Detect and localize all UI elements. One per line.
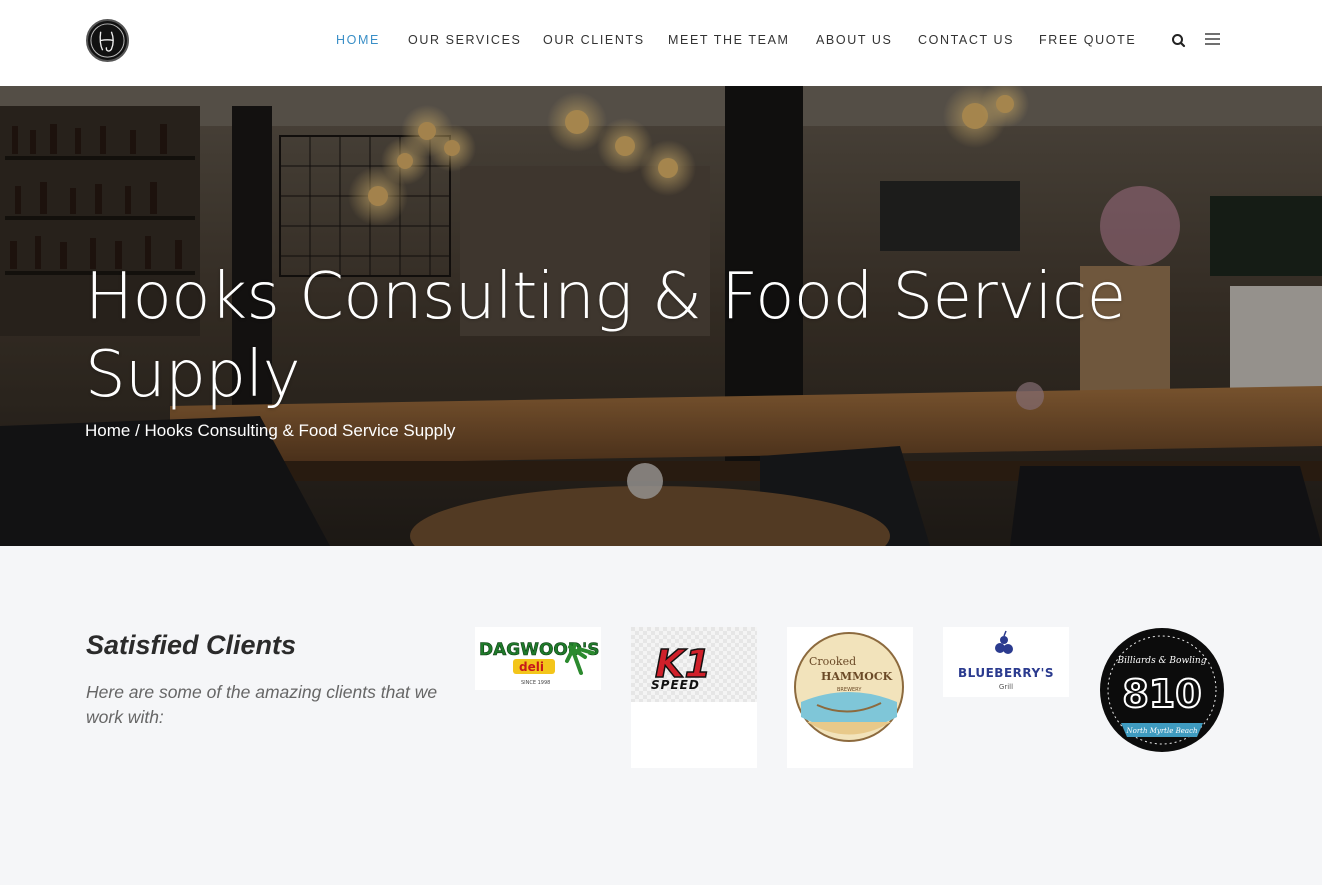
nav-our-services[interactable]: OUR SERVICES bbox=[408, 33, 521, 47]
client-logo-k1-speed[interactable]: K1 SPEED bbox=[631, 627, 757, 768]
nav-meet-the-team[interactable]: MEET THE TEAM bbox=[668, 33, 790, 47]
page-title: Hooks Consulting & Food Service Supply bbox=[85, 260, 1126, 412]
k1-speed-text: SPEED bbox=[651, 678, 700, 692]
north-myrtle-beach-text: North Myrtle Beach bbox=[1125, 727, 1197, 735]
clients-description: Here are some of the amazing clients tha… bbox=[86, 682, 438, 727]
dagwoods-deli-text: deli bbox=[519, 660, 544, 674]
site-logo[interactable] bbox=[86, 19, 129, 62]
blueberrys-grill-text: Grill bbox=[999, 683, 1013, 691]
dagwoods-since-text: SINCE 1998 bbox=[521, 680, 550, 686]
nav-about-us[interactable]: ABOUT US bbox=[816, 33, 892, 47]
hero-banner: Hooks Consulting & Food Service Supply H… bbox=[0, 86, 1322, 546]
nav-free-quote[interactable]: FREE QUOTE bbox=[1039, 33, 1136, 47]
breadcrumb: Home / Hooks Consulting & Food Service S… bbox=[85, 421, 455, 441]
nav-contact-us[interactable]: CONTACT US bbox=[918, 33, 1014, 47]
breadcrumb-home-link[interactable]: Home bbox=[85, 421, 130, 440]
nav-our-clients[interactable]: OUR CLIENTS bbox=[543, 33, 645, 47]
breadcrumb-separator: / bbox=[130, 421, 145, 440]
crooked-text: Crooked bbox=[809, 655, 856, 668]
clients-heading: Satisfied Clients bbox=[86, 630, 297, 660]
client-logo-crooked-hammock[interactable]: Crooked HAMMOCK BREWERY bbox=[787, 627, 913, 768]
brewery-text: BREWERY bbox=[837, 687, 862, 693]
site-header: HOME OUR SERVICES OUR CLIENTS MEET THE T… bbox=[0, 0, 1322, 86]
breadcrumb-current: Hooks Consulting & Food Service Supply bbox=[144, 421, 456, 440]
blueberrys-wordmark: BLUEBERRY'S bbox=[958, 666, 1054, 680]
client-logo-dagwoods[interactable]: DAGWOOD'S deli SINCE 1998 bbox=[475, 627, 601, 690]
hamburger-menu-icon[interactable] bbox=[1204, 31, 1222, 49]
hammock-text: HAMMOCK bbox=[821, 670, 893, 683]
billiards-bowling-text: Billiards & Bowling bbox=[1117, 656, 1207, 666]
810-wordmark: 810 bbox=[1122, 672, 1201, 716]
logo-monogram-icon bbox=[90, 23, 125, 58]
client-logo-blueberrys[interactable]: BLUEBERRY'S Grill bbox=[943, 627, 1069, 697]
client-logo-810-billiards[interactable]: Billiards & Bowling 810 North Myrtle Bea… bbox=[1099, 627, 1225, 753]
nav-home[interactable]: HOME bbox=[336, 33, 380, 47]
search-icon[interactable] bbox=[1170, 32, 1188, 50]
